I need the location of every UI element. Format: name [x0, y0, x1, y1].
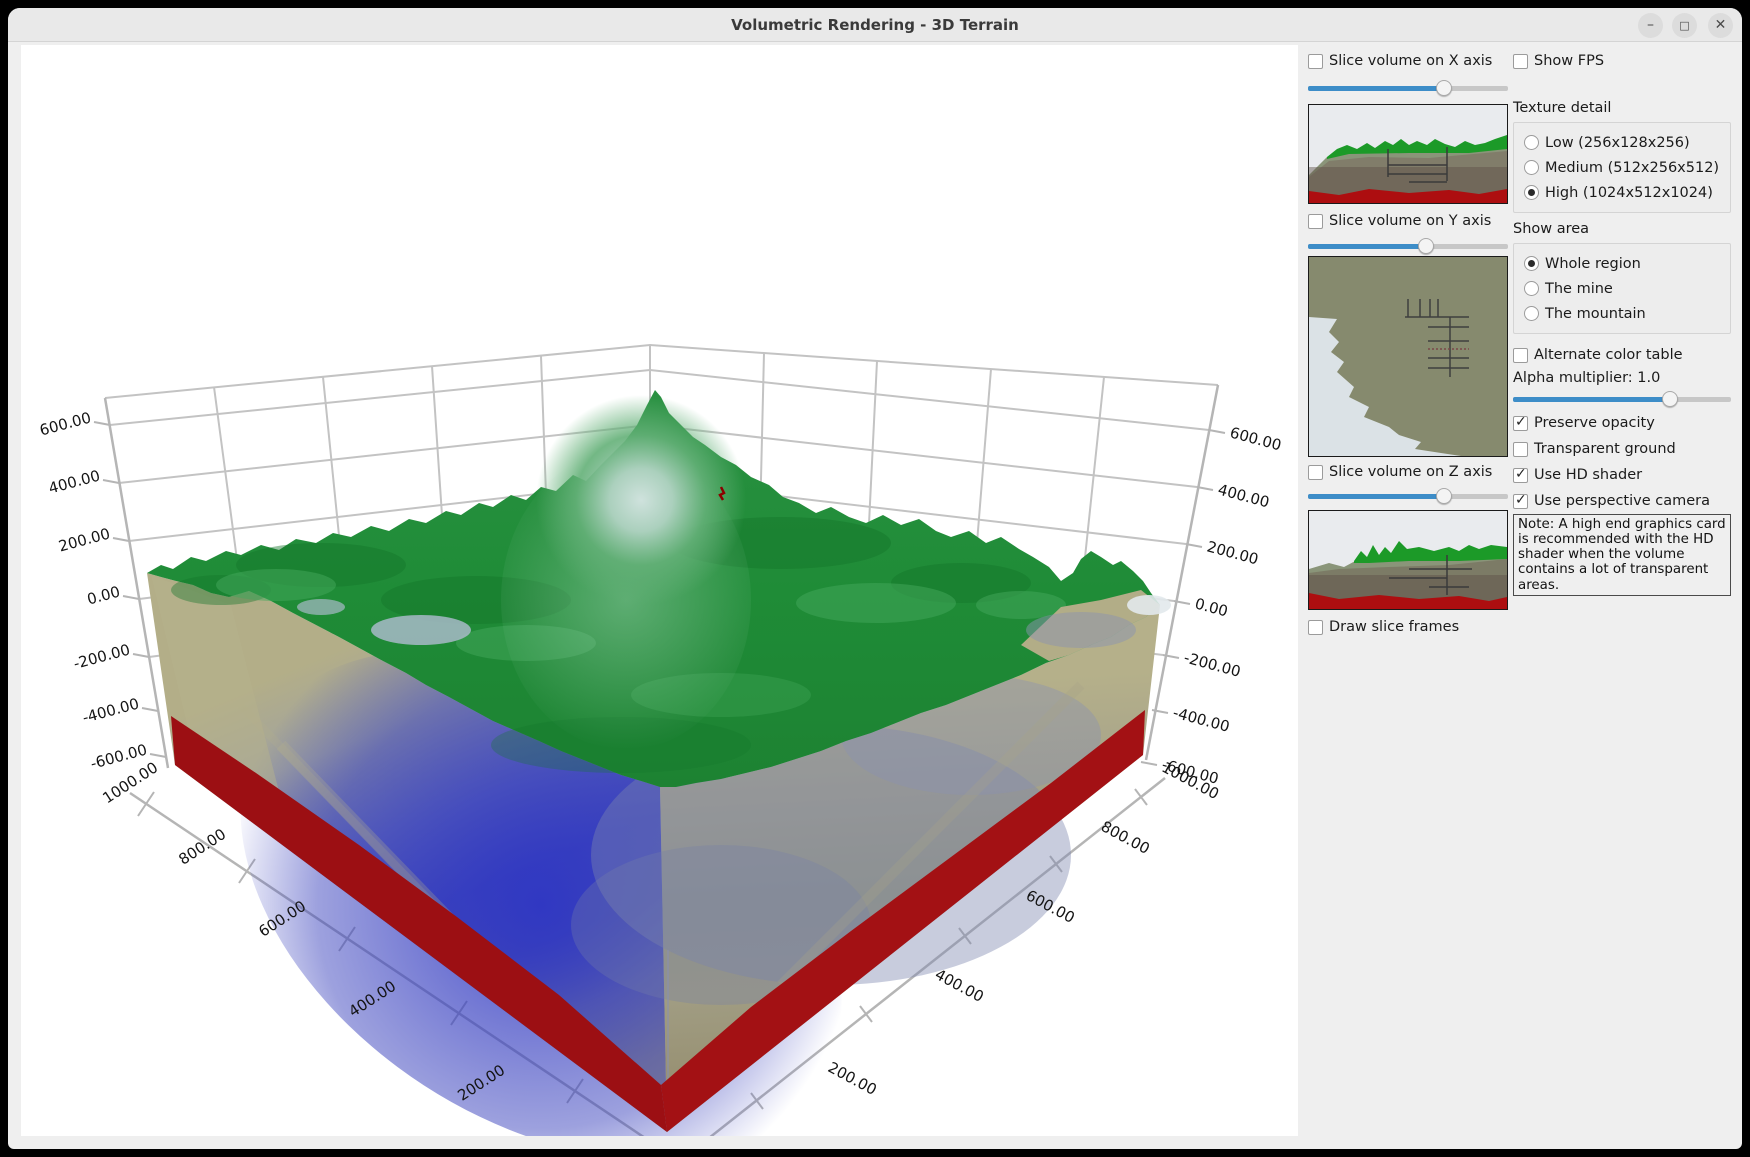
slice-z-slider-handle[interactable] [1436, 488, 1452, 504]
show-area-radio-2[interactable] [1524, 306, 1539, 321]
slice-y-row: Slice volume on Y axis [1308, 212, 1508, 230]
alternate-color-table-label: Alternate color table [1534, 347, 1683, 363]
use-perspective-camera-label: Use perspective camera [1534, 493, 1710, 509]
preserve-opacity-checkbox[interactable] [1513, 416, 1528, 431]
axis-tick-label: 200.00 [57, 524, 112, 555]
slice-x-checkbox[interactable] [1308, 54, 1323, 69]
texture-detail-label: Texture detail [1513, 100, 1731, 118]
slice-x-row: Slice volume on X axis [1308, 52, 1508, 70]
axis-tick-label: 0.00 [1193, 594, 1230, 620]
draw-slice-frames-row: Draw slice frames [1308, 618, 1508, 636]
show-fps-row: Show FPS [1513, 52, 1731, 70]
texture-detail-option-row: Low (256x128x256) [1524, 131, 1720, 154]
use-hd-shader-checkbox[interactable] [1513, 468, 1528, 483]
use-hd-shader-label: Use HD shader [1534, 467, 1642, 483]
axis-tick-label: -200.00 [1182, 648, 1243, 680]
slice-z-checkbox[interactable] [1308, 465, 1323, 480]
app-window: Volumetric Rendering - 3D Terrain – □ ✕ [8, 8, 1742, 1149]
show-area-option-label: The mountain [1545, 306, 1646, 322]
axis-tick-label: 800.00 [1098, 817, 1153, 858]
draw-slice-frames-label: Draw slice frames [1329, 619, 1459, 635]
axis-tick-label: 200.00 [1205, 537, 1260, 568]
draw-slice-frames-checkbox[interactable] [1308, 620, 1323, 635]
alpha-multiplier-slider[interactable] [1513, 391, 1731, 407]
mountain-peak [536, 395, 746, 605]
axis-tick-label: 200.00 [825, 1058, 880, 1099]
show-area-option-row: The mine [1524, 277, 1720, 300]
minimize-button[interactable]: – [1638, 13, 1663, 38]
texture-detail-group: Low (256x128x256) Medium (512x256x512) Hig… [1513, 122, 1731, 213]
texture-detail-radio-1[interactable] [1524, 160, 1539, 175]
axis-tick-label: 400.00 [932, 965, 987, 1006]
alternate-color-table-checkbox[interactable] [1513, 348, 1528, 363]
axis-tick-label: -200.00 [71, 640, 132, 672]
slice-y-label: Slice volume on Y axis [1329, 213, 1491, 229]
use-perspective-camera-checkbox[interactable] [1513, 494, 1528, 509]
show-area-option-row: Whole region [1524, 252, 1720, 275]
use-hd-shader-row: Use HD shader [1513, 466, 1731, 484]
texture-detail-option-row: Medium (512x256x512) [1524, 156, 1720, 179]
axis-tick-label: -400.00 [1171, 703, 1232, 735]
show-fps-label: Show FPS [1534, 53, 1604, 69]
show-area-label: Show area [1513, 221, 1731, 239]
texture-detail-option-row: High (1024x512x1024) [1524, 181, 1720, 204]
slice-y-slider-handle[interactable] [1418, 238, 1434, 254]
show-fps-checkbox[interactable] [1513, 54, 1528, 69]
texture-detail-option-label: High (1024x512x1024) [1545, 185, 1713, 201]
close-button[interactable]: ✕ [1708, 13, 1733, 38]
texture-detail-option-label: Medium (512x256x512) [1545, 160, 1719, 176]
lake [371, 615, 471, 645]
axis-tick-label: 400.00 [47, 466, 102, 497]
axis-tick-label: 600.00 [38, 408, 93, 439]
terrain-3d-chart[interactable]: 600.00400.00200.000.00-200.00-400.00-600… [21, 45, 1298, 1136]
window-title: Volumetric Rendering - 3D Terrain [8, 16, 1742, 34]
slice-z-row: Slice volume on Z axis [1308, 463, 1508, 481]
preserve-opacity-label: Preserve opacity [1534, 415, 1655, 431]
show-area-option-label: Whole region [1545, 256, 1641, 272]
texture-detail-option-label: Low (256x128x256) [1545, 135, 1690, 151]
alternate-color-table-row: Alternate color table [1513, 346, 1731, 364]
show-area-option-row: The mountain [1524, 302, 1720, 325]
use-perspective-camera-row: Use perspective camera [1513, 492, 1731, 510]
texture-detail-radio-2[interactable] [1524, 185, 1539, 200]
maximize-button[interactable]: □ [1672, 13, 1697, 38]
title-bar[interactable]: Volumetric Rendering - 3D Terrain – □ ✕ [8, 8, 1742, 42]
show-area-radio-1[interactable] [1524, 281, 1539, 296]
slice-z-slider[interactable] [1308, 488, 1508, 504]
texture-detail-radio-0[interactable] [1524, 135, 1539, 150]
y-slice-preview [1308, 256, 1508, 457]
preserve-opacity-row: Preserve opacity [1513, 414, 1731, 432]
axis-tick-label: 400.00 [1216, 480, 1271, 511]
slice-y-checkbox[interactable] [1308, 214, 1323, 229]
lake [297, 599, 345, 615]
axis-tick-label: 600.00 [1228, 423, 1283, 454]
slice-x-slider[interactable] [1308, 80, 1508, 96]
axis-tick-label: 0.00 [85, 582, 122, 608]
transparent-ground-checkbox[interactable] [1513, 442, 1528, 457]
slice-x-label: Slice volume on X axis [1329, 53, 1492, 69]
show-area-radio-0[interactable] [1524, 256, 1539, 271]
show-area-group: Whole region The mine The mountain [1513, 243, 1731, 334]
z-slice-preview [1308, 510, 1508, 610]
x-slice-preview [1308, 104, 1508, 204]
axis-tick-label: -400.00 [80, 694, 141, 726]
slice-z-label: Slice volume on Z axis [1329, 464, 1492, 480]
hd-shader-note: Note: A high end graphics card is recomm… [1513, 514, 1731, 596]
alpha-multiplier-slider-handle[interactable] [1662, 391, 1678, 407]
slice-y-slider[interactable] [1308, 238, 1508, 254]
alpha-multiplier-label: Alpha multiplier: 1.0 [1513, 370, 1731, 388]
axis-tick-label: 800.00 [175, 825, 229, 869]
transparent-ground-row: Transparent ground [1513, 440, 1731, 458]
slice-x-slider-handle[interactable] [1436, 80, 1452, 96]
show-area-option-label: The mine [1545, 281, 1613, 297]
transparent-ground-label: Transparent ground [1534, 441, 1676, 457]
